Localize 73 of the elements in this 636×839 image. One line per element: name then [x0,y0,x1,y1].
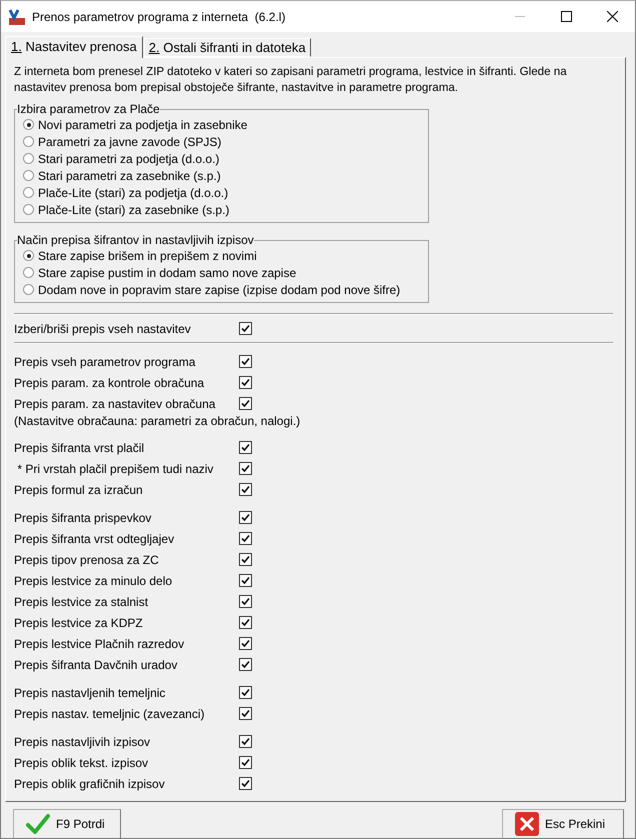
radio-label: Parametri za javne zavode (SPJS) [38,134,222,148]
tab[interactable]: 2. Ostali šifranti in datoteka [144,38,311,57]
close-icon [515,812,539,836]
checkbox[interactable] [239,595,252,608]
checkbox[interactable] [239,397,252,410]
checkbox[interactable] [239,707,252,720]
radio-label: Stare zapise brišem in prepišem z novimi [38,248,257,262]
checkbox-label: Prepis nastavljenih temeljnic [14,686,166,700]
radio-button[interactable] [23,284,34,295]
checkbox[interactable] [239,637,252,650]
checkbox[interactable] [239,686,252,699]
checkbox-label: Prepis lestvice za KDPZ [14,616,144,630]
checkbox[interactable] [239,355,252,368]
checkbox[interactable] [239,441,252,454]
checkbox-label: Prepis lestvice za stalnist [14,594,150,608]
checkbox[interactable] [239,511,252,524]
radio-label: Plače-Lite (stari) za podjetja (d.o.o.) [38,186,228,200]
checkbox-label: Prepis param. za kontrole obračuna [14,376,206,390]
checkbox[interactable] [239,574,252,587]
checkbox-label: Prepis oblik tekst. izpisov [14,756,150,770]
confirm-button[interactable]: F9 Potrdi [13,809,121,839]
radio-label: Stari parametri za podjetja (d.o.o.) [38,152,220,166]
checkbox-label: * Pri vrstah plačil prepišem tudi naziv [16,462,214,476]
checkbox-label: Prepis lestvice Plačnih razredov [14,636,186,650]
checkbox-label: Prepis šifranta Davčnih uradov [14,658,178,672]
checkbox-label: Prepis lestvice za minulo delo [14,574,174,588]
checkbox[interactable] [239,483,252,496]
app-logo-icon [8,8,26,26]
checkbox[interactable] [239,658,252,671]
checkbox[interactable] [239,553,252,566]
checkbox[interactable] [239,532,252,545]
close-icon [606,11,618,22]
checkbox[interactable] [239,376,252,389]
checkbox[interactable] [239,756,252,769]
checkbox-label: Prepis šifranta vrst plačil [14,440,146,454]
checkbox[interactable] [239,322,252,335]
minimize-icon [515,16,525,18]
radio-button[interactable] [23,119,34,130]
checkbox-label: Prepis nastavljivih izpisov [14,734,152,748]
group-title: Izbira parametrov za Plače [17,102,160,116]
radio-button[interactable] [23,204,34,215]
maximize-icon [560,11,572,22]
radio-label: Plače-Lite (stari) za zasebnike (s.p.) [38,202,230,216]
radio-label: Novi parametri za podjetja in zasebnike [38,118,248,132]
checkbox[interactable] [239,735,252,748]
cancel-button[interactable]: Esc Prekini [502,809,624,839]
radio-button[interactable] [23,187,34,198]
checkbox-label: Prepis šifranta prispevkov [14,510,152,524]
checkbox-label: Prepis šifranta vrst odtegljajev [14,532,176,546]
checkbox[interactable] [239,462,252,475]
radio-label: Stare zapise pustim in dodam samo nove zapise [38,266,296,280]
window-title: Prenos parametrov programa z interneta (6.2.l) [32,10,286,24]
checkbox-label: Prepis oblik grafičnih izpisov [14,776,166,790]
checkbox-label: Prepis tipov prenosa za ZC [14,552,160,566]
checkbox-label: Prepis param. za nastavitev obračuna [14,396,216,410]
radio-button[interactable] [23,153,34,164]
radio-button[interactable] [23,136,34,147]
checkbox-label: Prepis nastav. temeljnic (zavezanci) [14,706,206,720]
group-title: Način prepisa šifrantov in nastavljivih izpisov [17,233,254,247]
radio-button[interactable] [23,170,34,181]
tab[interactable]: 1. Nastavitev prenosa [5,36,143,58]
radio-label: Stari parametri za zasebnike (s.p.) [38,168,221,182]
checkmark-icon [26,813,50,835]
checkbox[interactable] [239,616,252,629]
checkbox-label: Prepis formul za izračun [14,482,144,496]
checkbox[interactable] [239,777,252,790]
checkbox-label: Prepis vseh parametrov programa [14,354,196,368]
intro-text: Z interneta bom prenesel ZIP datoteko v kateri so zapisani parametri programa, lestvice in šifranti. Glede na nastavitev prenosa bom prepisal obstoječe šifrante, nastavitve in parametre programa. [14,64,568,96]
note-text: (Nastavitve obračauna: parametri za obračun, nalogi.) [14,414,302,430]
radio-button[interactable] [23,267,34,278]
radio-button[interactable] [23,250,34,261]
checkbox-label: Izberi/briši prepis vseh nastavitev [14,322,192,336]
radio-label: Dodam nove in popravim stare zapise (izpise dodam pod nove šifre) [38,282,400,296]
